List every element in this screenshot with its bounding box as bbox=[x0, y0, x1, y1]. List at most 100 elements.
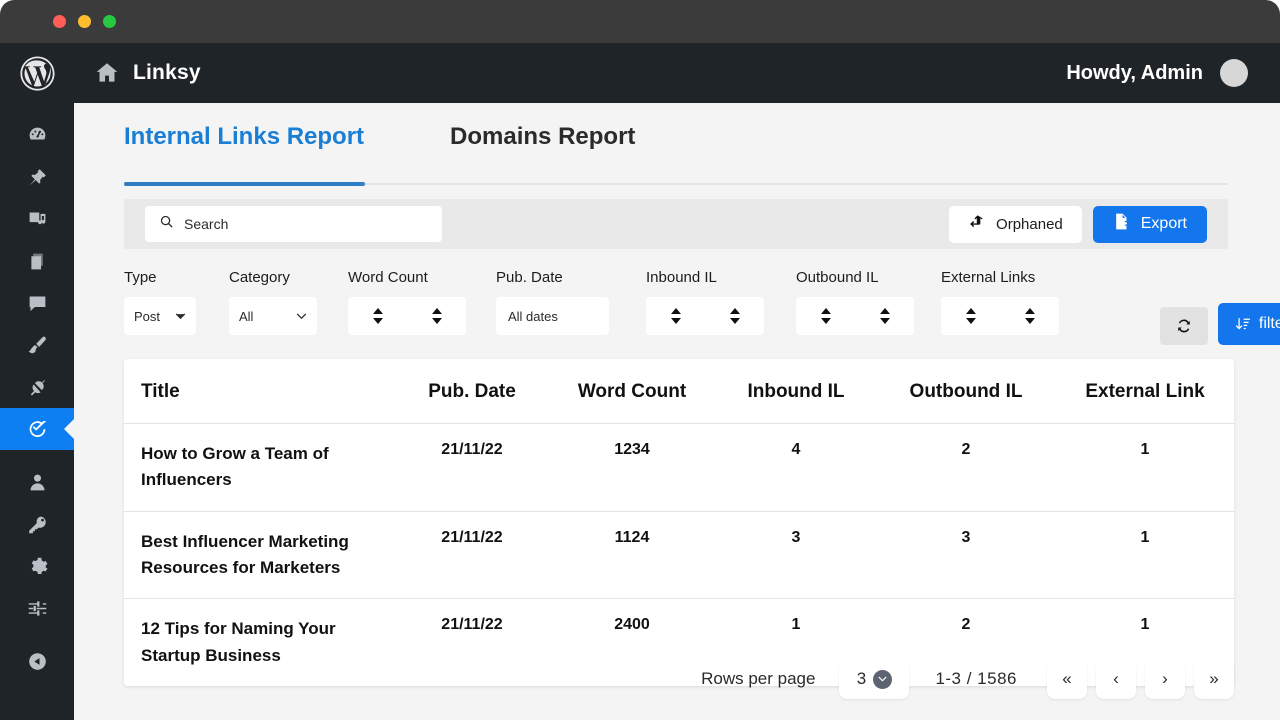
report-tabs: Internal Links Report Domains Report bbox=[124, 123, 635, 171]
site-name-label: Linksy bbox=[133, 61, 201, 84]
cell-external-link: 1 bbox=[1056, 423, 1234, 512]
toolbar-actions: Orphaned Export bbox=[949, 205, 1207, 243]
filter-type: Type Post bbox=[124, 269, 196, 335]
sidebar-item-media[interactable] bbox=[0, 198, 74, 240]
results-table-card: Title Pub. Date Word Count Inbound IL Ou… bbox=[124, 359, 1234, 687]
first-page-button[interactable]: « bbox=[1047, 659, 1087, 699]
pin-icon bbox=[29, 168, 46, 185]
cell-title: How to Grow a Team of Influencers bbox=[124, 423, 396, 512]
home-icon bbox=[94, 60, 120, 86]
gear-icon bbox=[31, 557, 47, 574]
maximize-window-button[interactable] bbox=[103, 15, 116, 28]
sidebar-item-dashboard[interactable] bbox=[0, 114, 74, 156]
column-header-inbound-il[interactable]: Inbound IL bbox=[716, 359, 876, 424]
orphaned-arrow-icon bbox=[968, 214, 986, 234]
previous-page-button[interactable]: ‹ bbox=[1096, 659, 1136, 699]
media-icon bbox=[29, 212, 45, 224]
orphaned-button[interactable]: Orphaned bbox=[949, 205, 1082, 243]
outbound-il-min-stepper[interactable] bbox=[820, 308, 831, 324]
filter-inbound-il-label: Inbound IL bbox=[646, 269, 717, 286]
external-links-range[interactable] bbox=[941, 297, 1059, 335]
chevron-down-icon bbox=[175, 313, 186, 319]
filter-category: Category All bbox=[229, 269, 317, 335]
column-header-word-count[interactable]: Word Count bbox=[548, 359, 716, 424]
inbound-il-min-stepper[interactable] bbox=[670, 308, 681, 324]
outbound-il-max-stepper[interactable] bbox=[879, 308, 890, 324]
filter-category-label: Category bbox=[229, 269, 290, 286]
sidebar-item-pages[interactable] bbox=[0, 240, 74, 282]
wordpress-icon[interactable] bbox=[0, 54, 74, 93]
type-select[interactable]: Post bbox=[124, 297, 196, 335]
minimize-window-button[interactable] bbox=[78, 15, 91, 28]
avatar bbox=[1220, 59, 1248, 87]
cell-inbound-il: 4 bbox=[716, 423, 876, 512]
rows-per-page-select[interactable]: 3 bbox=[839, 659, 910, 699]
rows-per-page-value: 3 bbox=[856, 669, 867, 688]
export-file-icon bbox=[1113, 212, 1132, 236]
inbound-il-max-stepper[interactable] bbox=[729, 308, 740, 324]
sidebar-item-collapse[interactable] bbox=[0, 640, 74, 682]
sidebar-item-tools[interactable] bbox=[0, 503, 74, 545]
word-count-min-stepper[interactable] bbox=[372, 308, 383, 324]
external-links-max-stepper[interactable] bbox=[1024, 308, 1035, 324]
tab-domains-report[interactable]: Domains Report bbox=[450, 123, 635, 171]
sliders-icon bbox=[28, 600, 46, 616]
external-links-min-stepper[interactable] bbox=[965, 308, 976, 324]
filter-external-links-label: External Links bbox=[941, 269, 1036, 286]
tab-internal-links-report[interactable]: Internal Links Report bbox=[124, 123, 364, 171]
column-header-title[interactable]: Title bbox=[124, 359, 396, 424]
chevron-down-icon bbox=[873, 669, 893, 689]
table-row[interactable]: How to Grow a Team of Influencers 21/11/… bbox=[124, 423, 1234, 512]
toolbar-strip: Orphaned Export bbox=[124, 199, 1228, 249]
column-header-external-link[interactable]: External Link bbox=[1056, 359, 1234, 424]
table-header-row: Title Pub. Date Word Count Inbound IL Ou… bbox=[124, 359, 1234, 424]
cell-word-count: 1124 bbox=[548, 511, 716, 600]
pub-date-select[interactable]: All dates bbox=[496, 297, 609, 335]
column-header-outbound-il[interactable]: Outbound IL bbox=[876, 359, 1056, 424]
filter-external-links: External Links bbox=[941, 269, 1059, 335]
close-window-button[interactable] bbox=[53, 15, 66, 28]
table-body: How to Grow a Team of Influencers 21/11/… bbox=[124, 423, 1234, 687]
search-input[interactable] bbox=[184, 216, 428, 232]
filter-word-count: Word Count bbox=[348, 269, 466, 335]
word-count-range[interactable] bbox=[348, 297, 466, 335]
sort-descending-icon bbox=[1235, 318, 1250, 330]
outbound-il-range[interactable] bbox=[796, 297, 914, 335]
word-count-max-stepper[interactable] bbox=[431, 308, 442, 324]
filter-outbound-il: Outbound IL bbox=[796, 269, 914, 335]
category-select[interactable]: All bbox=[229, 297, 317, 335]
sidebar-item-options[interactable] bbox=[0, 587, 74, 629]
collapse-icon bbox=[28, 652, 46, 670]
filter-button[interactable]: filter bbox=[1218, 303, 1280, 345]
sidebar-item-settings[interactable] bbox=[0, 545, 74, 587]
last-page-button[interactable]: » bbox=[1194, 659, 1234, 699]
site-name-link[interactable]: Linksy bbox=[94, 60, 201, 86]
pub-date-value: All dates bbox=[508, 308, 558, 324]
admin-sidebar bbox=[0, 103, 74, 720]
howdy-menu[interactable]: Howdy, Admin bbox=[1066, 59, 1248, 87]
type-select-value: Post bbox=[134, 308, 161, 324]
next-page-button[interactable]: › bbox=[1145, 659, 1185, 699]
howdy-label: Howdy, Admin bbox=[1066, 61, 1203, 84]
filter-inbound-il: Inbound IL bbox=[646, 269, 764, 335]
dashboard-icon bbox=[29, 127, 45, 139]
sidebar-item-linksy[interactable] bbox=[0, 408, 74, 450]
search-field[interactable] bbox=[145, 206, 442, 242]
inbound-il-range[interactable] bbox=[646, 297, 764, 335]
sidebar-item-posts[interactable] bbox=[0, 156, 74, 198]
sidebar-item-users[interactable] bbox=[0, 461, 74, 503]
chevron-down-icon bbox=[296, 313, 307, 319]
sidebar-item-appearance[interactable] bbox=[0, 324, 74, 366]
refresh-button[interactable] bbox=[1160, 307, 1208, 345]
rows-per-page-label: Rows per page bbox=[701, 669, 816, 688]
filter-word-count-label: Word Count bbox=[348, 269, 428, 286]
page-range-text: 1-3 / 1586 bbox=[935, 669, 1017, 688]
sidebar-item-plugins[interactable] bbox=[0, 366, 74, 408]
export-button[interactable]: Export bbox=[1092, 205, 1207, 243]
sidebar-item-comments[interactable] bbox=[0, 282, 74, 324]
table-row[interactable]: Best Influencer Marketing Resources for … bbox=[124, 511, 1234, 600]
column-header-pub-date[interactable]: Pub. Date bbox=[396, 359, 548, 424]
plug-icon bbox=[30, 379, 45, 395]
